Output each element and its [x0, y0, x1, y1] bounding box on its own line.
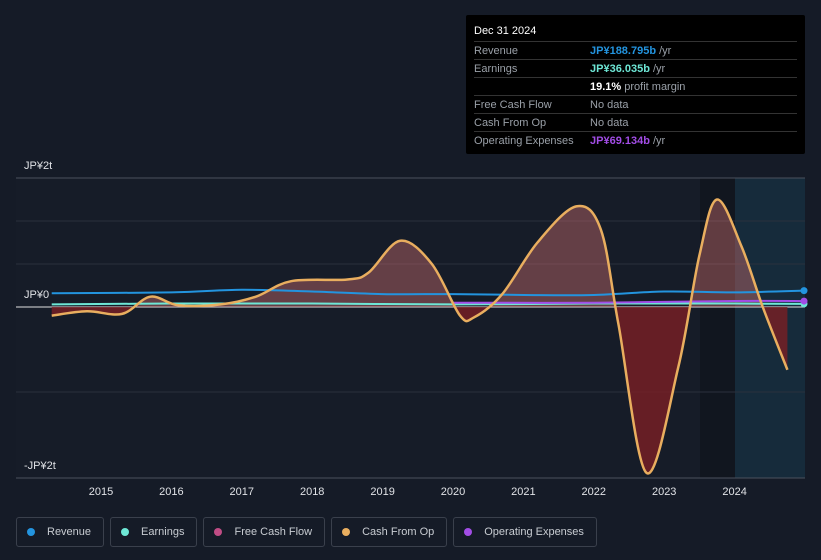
series-line-earnings	[51, 302, 806, 306]
tooltip-value: JP¥36.035b	[590, 62, 650, 75]
tooltip-row: 19.1% profit margin	[474, 77, 797, 95]
tooltip-value: JP¥188.795b	[590, 44, 657, 57]
tooltip-label: Revenue	[474, 44, 519, 57]
y-label-bottom: -JP¥2t	[24, 460, 56, 472]
tooltip-row: Operating Expenses JP¥69.134b /yr	[474, 131, 797, 149]
tooltip-unit: No data	[590, 98, 629, 111]
tooltip-unit: /yr	[653, 134, 666, 147]
legend-item-revenue[interactable]: Revenue	[16, 517, 105, 547]
x-tick: 2024	[722, 486, 746, 498]
tooltip-unit: No data	[590, 116, 629, 129]
tooltip-unit: /yr	[659, 44, 672, 57]
tooltip-unit: profit margin	[624, 80, 686, 93]
legend-item-operating-expenses[interactable]: Operating Expenses	[453, 517, 597, 547]
series-end-dot	[800, 297, 808, 305]
tooltip-unit: /yr	[653, 62, 666, 75]
legend-dot-icon	[27, 528, 35, 536]
tooltip-label: Free Cash Flow	[474, 98, 552, 111]
x-tick: 2018	[300, 486, 324, 498]
tooltip-row: Cash From Op No data	[474, 113, 797, 131]
legend-label: Free Cash Flow	[234, 526, 313, 538]
tooltip-value: JP¥69.134b	[590, 134, 650, 147]
tooltip-label: Operating Expenses	[474, 134, 574, 147]
tooltip-value: 19.1%	[590, 80, 622, 93]
legend: Revenue Earnings Free Cash Flow Cash From O…	[16, 517, 597, 547]
series-end-dot	[800, 287, 808, 295]
y-label-zero: JP¥0	[24, 289, 50, 301]
y-label-top: JP¥2t	[24, 160, 53, 172]
tooltip-row: Earnings JP¥36.035b /yr	[474, 59, 797, 77]
x-tick: 2019	[370, 486, 394, 498]
x-tick: 2020	[441, 486, 465, 498]
legend-item-earnings[interactable]: Earnings	[110, 517, 198, 547]
tooltip-date: Dec 31 2024	[474, 25, 537, 37]
tooltip-row: Free Cash Flow No data	[474, 95, 797, 113]
legend-dot-icon	[342, 528, 351, 536]
legend-label: Operating Expenses	[484, 526, 584, 538]
x-tick: 2017	[230, 486, 254, 498]
x-tick: 2021	[511, 486, 535, 498]
x-tick: 2016	[159, 486, 183, 498]
x-tick: 2022	[582, 486, 606, 498]
x-tick: 2015	[89, 486, 113, 498]
legend-label: Cash From Op	[362, 526, 435, 538]
legend-item-free-cash-flow[interactable]: Free Cash Flow	[203, 517, 326, 547]
legend-dot-icon	[464, 528, 473, 536]
tooltip-row: Revenue JP¥188.795b /yr	[474, 41, 797, 59]
tooltip-label: Earnings	[474, 62, 518, 75]
tooltip: Dec 31 2024 Revenue JP¥188.795b /yr Earnin…	[466, 15, 805, 154]
legend-label: Revenue	[47, 526, 92, 538]
legend-item-cash-from-op[interactable]: Cash From Op	[331, 517, 448, 547]
legend-dot-icon	[121, 528, 130, 536]
x-tick: 2023	[652, 486, 676, 498]
tooltip-label: Cash From Op	[474, 116, 547, 129]
legend-label: Earnings	[141, 526, 185, 538]
legend-dot-icon	[214, 528, 223, 536]
